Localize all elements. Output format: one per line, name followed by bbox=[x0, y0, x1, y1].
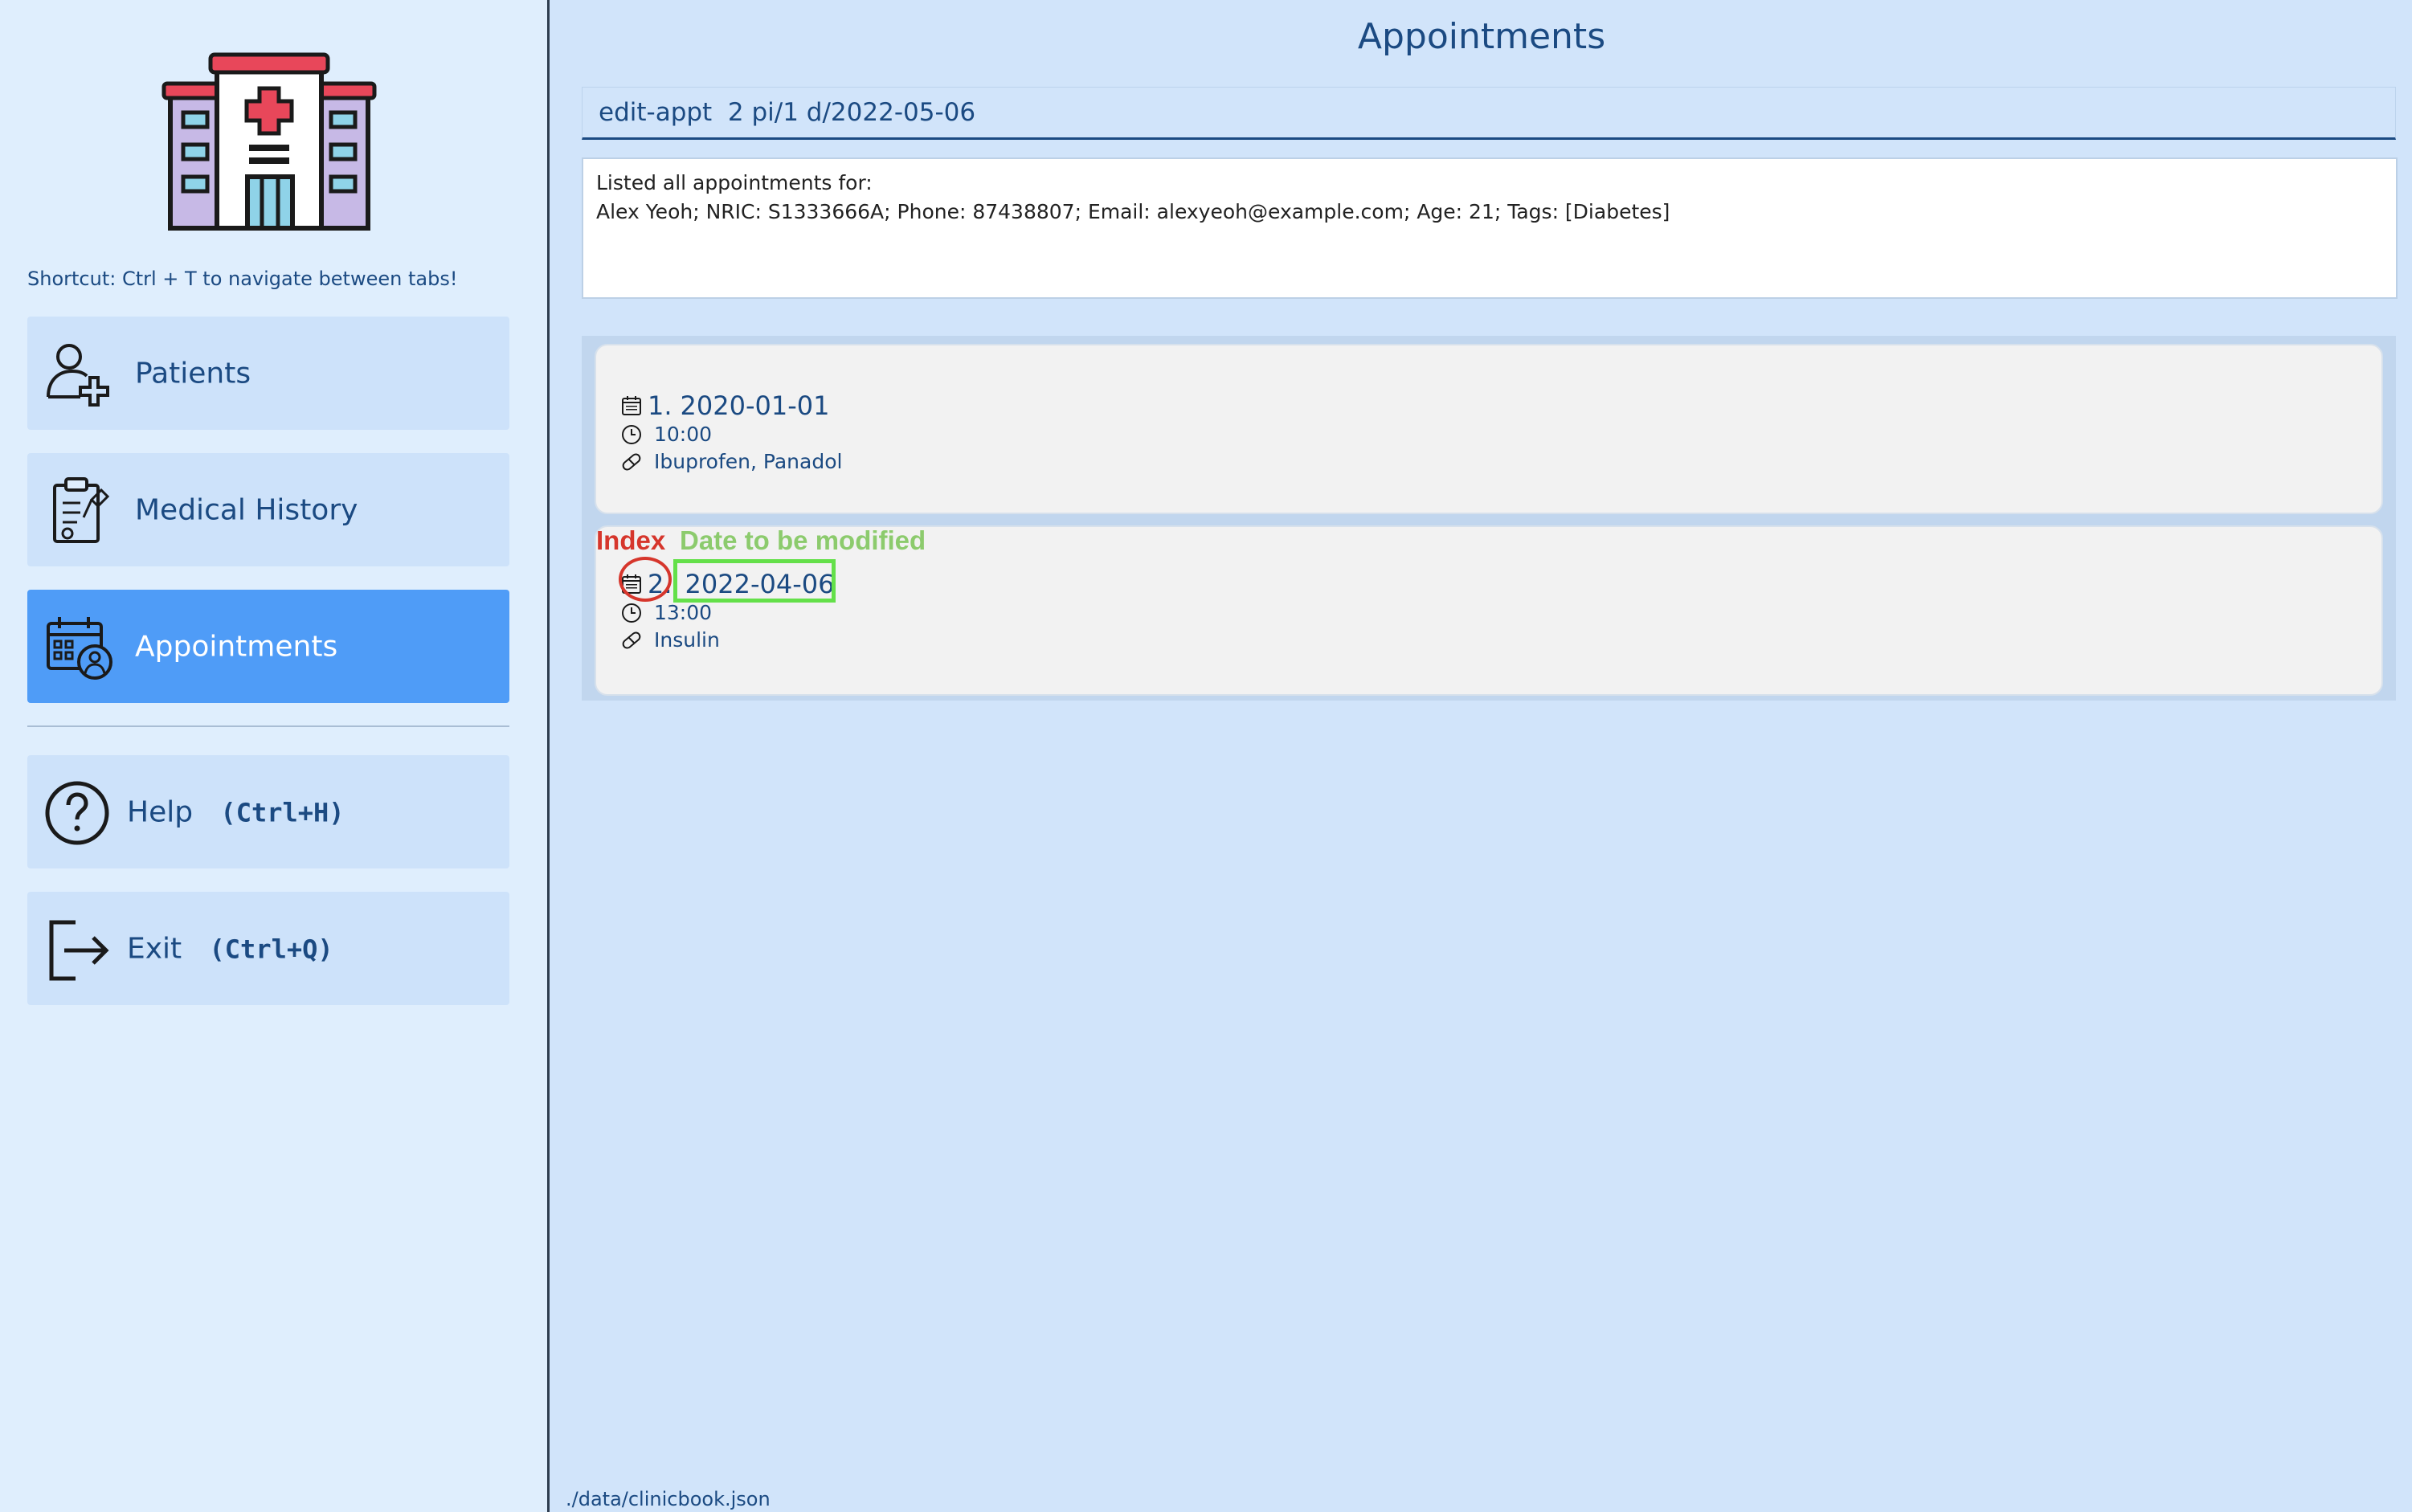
help-shortcut: (Ctrl+H) bbox=[220, 797, 345, 828]
appointment-medication-row: Insulin bbox=[620, 628, 720, 652]
appointment-date-row: 1. 2020-01-01 bbox=[620, 390, 830, 421]
exit-shortcut: (Ctrl+Q) bbox=[209, 934, 333, 964]
appointment-index: 1. bbox=[648, 390, 672, 421]
annotation-date-highlight bbox=[673, 559, 836, 603]
exit-label: Exit (Ctrl+Q) bbox=[127, 932, 333, 965]
appointment-time: 10:00 bbox=[654, 423, 713, 446]
annotation-date-label: Date to be modified bbox=[680, 525, 926, 555]
tab-medical-history-label: Medical History bbox=[135, 493, 358, 526]
sidebar: Shortcut: Ctrl + T to navigate between t… bbox=[0, 0, 550, 1512]
shortcut-hint: Shortcut: Ctrl + T to navigate between t… bbox=[27, 268, 458, 290]
appointment-card[interactable]: 1. 2020-01-01 10:00 Ibuprofen, Panadol bbox=[595, 344, 2383, 514]
tab-medical-history[interactable]: Medical History bbox=[27, 453, 509, 566]
exit-icon bbox=[49, 920, 109, 981]
clock-icon bbox=[622, 603, 641, 623]
calendar-doctor-icon bbox=[47, 617, 112, 680]
clock-icon bbox=[622, 424, 641, 444]
sidebar-divider bbox=[27, 725, 509, 727]
appointment-time: 13:00 bbox=[654, 601, 713, 624]
appointment-medication: Ibuprofen, Panadol bbox=[654, 450, 843, 473]
appointment-time-row: 10:00 bbox=[620, 423, 712, 446]
tab-patients-label: Patients bbox=[135, 357, 251, 390]
tab-patients[interactable]: Patients bbox=[27, 317, 509, 430]
tab-appointments-label: Appointments bbox=[135, 630, 338, 663]
help-icon bbox=[45, 781, 109, 845]
appointment-medication-row: Ibuprofen, Panadol bbox=[620, 450, 842, 473]
hospital-logo-icon bbox=[161, 52, 377, 231]
pill-icon bbox=[622, 453, 641, 470]
annotation-index-label: Index bbox=[596, 525, 666, 555]
appointment-date: 2020-01-01 bbox=[680, 390, 830, 421]
pill-icon bbox=[622, 631, 641, 648]
page-title: Appointments bbox=[1357, 16, 1606, 57]
result-line-2: Alex Yeoh; NRIC: S1333666A; Phone: 87438… bbox=[596, 200, 1670, 223]
result-line-1: Listed all appointments for: bbox=[596, 171, 873, 194]
appointment-list[interactable]: 1. 2020-01-01 10:00 Ibuprofen, Panadol 2… bbox=[582, 336, 2396, 701]
clipboard-icon bbox=[53, 477, 110, 543]
exit-text: Exit bbox=[127, 932, 182, 965]
help-label: Help (Ctrl+H) bbox=[127, 795, 345, 828]
result-display: Listed all appointments for: Alex Yeoh; … bbox=[582, 157, 2398, 299]
add-user-icon bbox=[47, 344, 109, 407]
tab-appointments[interactable]: Appointments bbox=[27, 590, 509, 703]
annotation-index-circle bbox=[619, 557, 672, 602]
status-file-path: ./data/clinicbook.json bbox=[566, 1488, 771, 1510]
help-button[interactable]: Help (Ctrl+H) bbox=[27, 755, 509, 868]
appointment-time-row: 13:00 bbox=[620, 601, 712, 624]
command-box[interactable] bbox=[582, 87, 2396, 140]
command-input[interactable] bbox=[599, 98, 2395, 127]
calendar-icon bbox=[622, 396, 641, 415]
appointment-medication: Insulin bbox=[654, 628, 720, 652]
exit-button[interactable]: Exit (Ctrl+Q) bbox=[27, 892, 509, 1005]
help-text: Help bbox=[127, 795, 194, 828]
